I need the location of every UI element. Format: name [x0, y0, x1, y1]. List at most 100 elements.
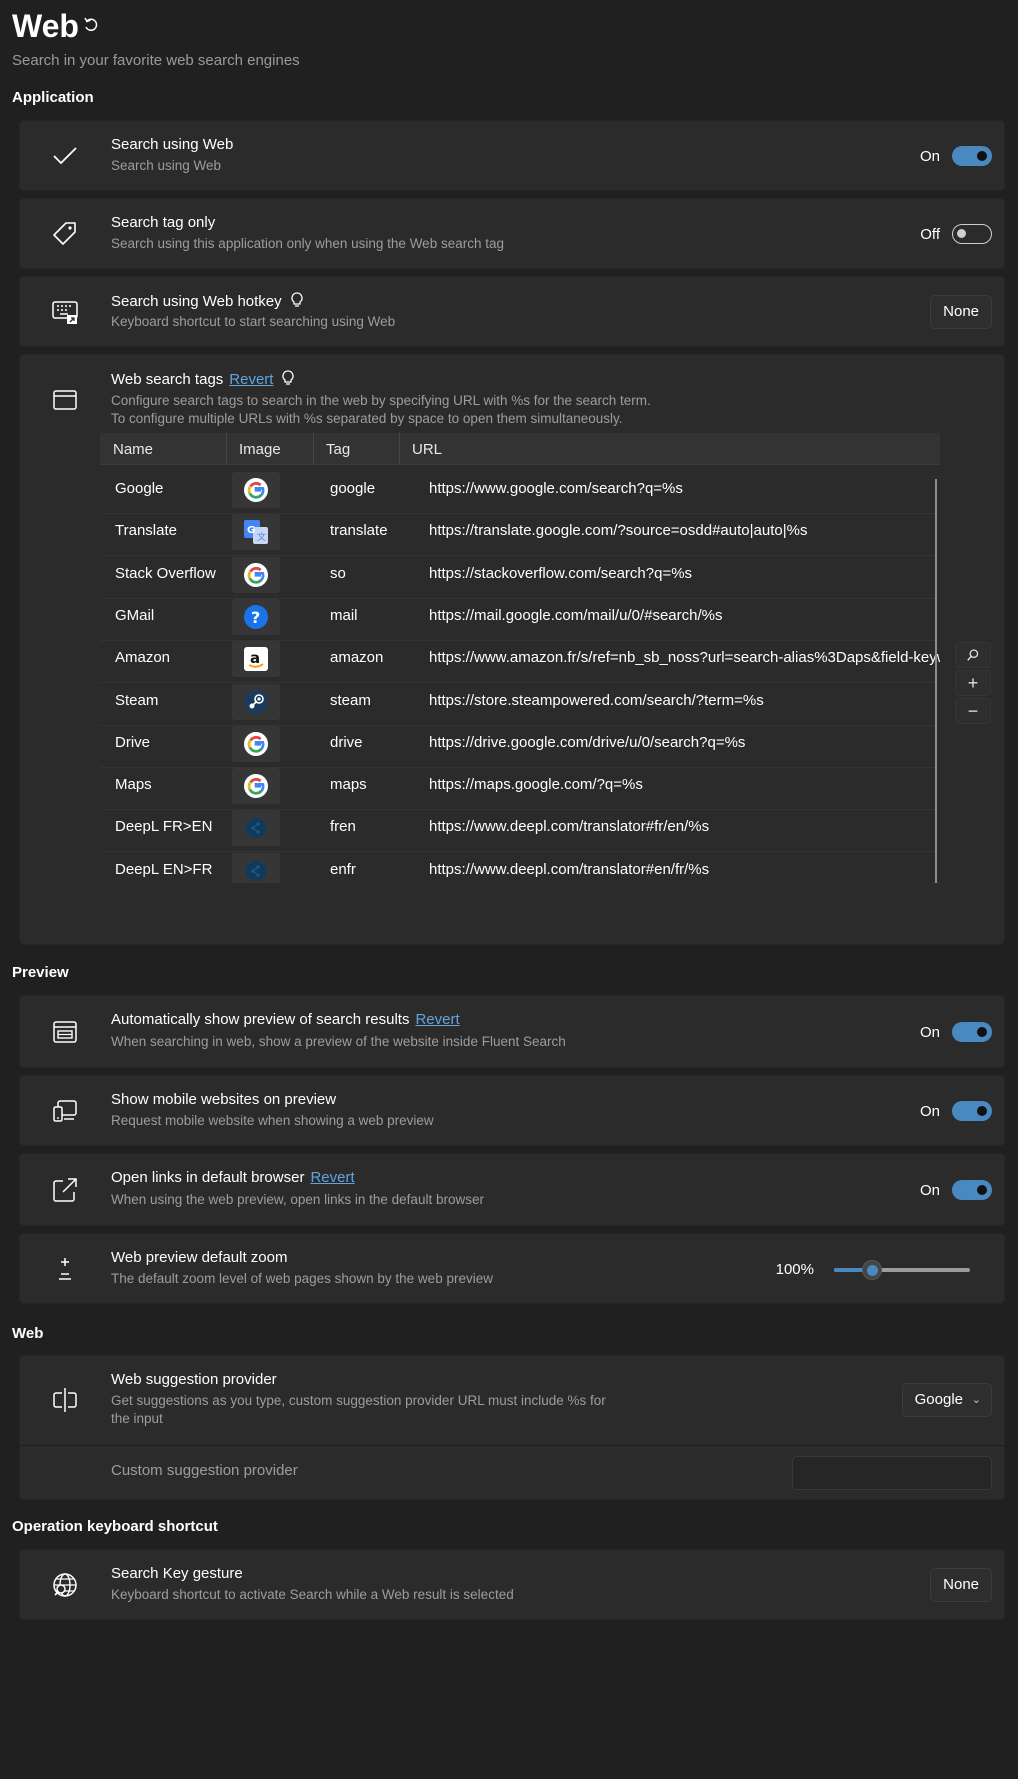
setting-title: Show mobile websites on preview: [111, 1091, 337, 1108]
search-using-web-toggle[interactable]: [952, 146, 992, 166]
table-row[interactable]: GMail? mail https://mail.google.com/mail/u…: [100, 593, 940, 641]
column-separator[interactable]: [313, 433, 314, 465]
devices-icon: [50, 1096, 80, 1126]
section-web: Web: [12, 1325, 44, 1342]
preview-icon: [50, 1017, 80, 1047]
cell-name: Google: [115, 480, 164, 497]
suggestion-provider-dropdown[interactable]: Google ⌄: [901, 1383, 992, 1417]
setting-title-row: Web search tags Revert: [111, 370, 295, 388]
table-row[interactable]: Steam steam https://store.steampowered.com…: [100, 678, 940, 726]
search-key-button[interactable]: None: [930, 1568, 992, 1602]
cell-url: https://stackoverflow.com/search?q=%s: [429, 564, 693, 582]
cell-image[interactable]: G文: [232, 514, 280, 551]
open-links-toggle[interactable]: [952, 1180, 992, 1200]
cell-tag: google: [330, 480, 376, 497]
cell-image[interactable]: [232, 683, 280, 720]
toggle-state-label: On: [919, 148, 940, 165]
column-separator[interactable]: [399, 433, 400, 465]
setting-desc: The default zoom level of web pages show…: [111, 1271, 493, 1286]
cell-tag: enfr: [330, 860, 356, 878]
cell-name: Drive: [115, 733, 151, 751]
cell-url: https://www.amazon.fr/s/ref=nb_sb_noss?u…: [429, 649, 940, 667]
cell-image[interactable]: [232, 810, 280, 847]
cell-image[interactable]: [232, 852, 280, 883]
custom-suggestion-input[interactable]: [792, 1456, 992, 1490]
revert-link[interactable]: Revert: [415, 1011, 459, 1028]
table-row[interactable]: Amazon a amazon https://www.amazon.fr/s/ref…: [100, 635, 940, 684]
cell-image[interactable]: [232, 725, 280, 762]
google-translate-icon: G文: [244, 520, 268, 545]
svg-text:G: G: [247, 525, 255, 536]
cell-url: https://www.deepl.com/translator#fr/en/%…: [429, 818, 710, 836]
google-icon: [244, 478, 268, 502]
cell-image[interactable]: ?: [232, 598, 280, 635]
cell-tag: amazon: [330, 649, 384, 667]
setting-desc: Keyboard shortcut to start searching usi…: [111, 314, 396, 329]
reset-icon[interactable]: [82, 16, 100, 34]
hotkey-button[interactable]: None: [930, 295, 992, 329]
keyboard-icon: [50, 297, 80, 327]
cell-url: https://www.google.com/search?q=%s: [429, 480, 683, 497]
table-row[interactable]: DeepL EN>FR enfr https://www.deepl.com/tra…: [100, 847, 940, 883]
section-application: Application: [12, 89, 94, 106]
table-scrollbar[interactable]: [935, 479, 937, 883]
cell-image[interactable]: [232, 768, 280, 805]
search-tags-search-button[interactable]: [955, 642, 991, 668]
column-separator[interactable]: [226, 433, 227, 465]
table-row[interactable]: DeepL FR>EN fren https://www.deepl.com/tra…: [100, 804, 940, 853]
zoom-slider-track[interactable]: [834, 1260, 970, 1280]
custom-suggestion-label: Custom suggestion provider: [111, 1462, 298, 1479]
table-row[interactable]: Maps maps https://maps.google.com/?q=%s: [100, 762, 940, 811]
zoom-slider-thumb[interactable]: [862, 1260, 883, 1280]
lightbulb-icon[interactable]: [281, 370, 295, 386]
question-icon: ?: [244, 604, 268, 629]
table-row[interactable]: Drive drive https://drive.google.com/drive…: [100, 720, 940, 768]
toggle-state-label: Off: [920, 226, 940, 243]
column-header-tag[interactable]: Tag: [326, 441, 350, 458]
mobile-preview-toggle[interactable]: [952, 1101, 992, 1121]
tag-icon: [50, 219, 80, 249]
cell-tag: drive: [330, 733, 363, 751]
table-row[interactable]: Google google https://www.google.com/searc…: [100, 466, 940, 514]
chevron-down-icon: ⌄: [971, 1394, 981, 1406]
cell-tag: mail: [330, 606, 358, 624]
column-header-name[interactable]: Name: [113, 441, 153, 458]
table-row[interactable]: Stack Overflow so https://stackoverflow.co…: [100, 551, 940, 599]
page-subtitle: Search in your favorite web search engin…: [12, 52, 300, 69]
remove-tag-button[interactable]: −: [955, 698, 991, 724]
cell-name: Translate: [115, 522, 177, 540]
setting-search-tag-only: Search tag only Search using this applic…: [19, 198, 1005, 269]
cell-name: DeepL FR>EN: [115, 818, 213, 836]
revert-link[interactable]: Revert: [310, 1169, 354, 1186]
cell-name: GMail: [115, 606, 155, 624]
deepl-icon: [244, 816, 268, 840]
setting-mobile-preview: Show mobile websites on preview Request …: [19, 1075, 1005, 1146]
google-icon: [244, 731, 268, 756]
cell-image[interactable]: a: [232, 641, 280, 678]
cell-image[interactable]: [232, 556, 280, 593]
table-row[interactable]: Translate G 文 translate https://translate.go…: [100, 508, 940, 557]
setting-title-row: Search using Web hotkey: [111, 292, 304, 310]
setting-title: Search using Web hotkey: [111, 293, 282, 310]
setting-title: Web search tags: [111, 371, 224, 388]
cell-image[interactable]: [232, 472, 280, 508]
cell-url: https://drive.google.com/drive/u/0/searc…: [429, 733, 746, 751]
svg-text:?: ?: [251, 608, 260, 627]
lightbulb-icon[interactable]: [290, 292, 304, 308]
cell-name: Amazon: [115, 649, 171, 667]
setting-desc: Search using Web: [111, 158, 222, 173]
setting-hotkey: Search using Web hotkey Keyboard shortcu…: [19, 276, 1005, 347]
setting-title: Search Key gesture: [111, 1565, 243, 1582]
setting-zoom: Web preview default zoom The default zoo…: [19, 1233, 1005, 1304]
setting-open-links: Open links in default browser Revert When…: [19, 1153, 1005, 1226]
revert-link[interactable]: Revert: [229, 371, 273, 388]
setting-title: Search tag only: [111, 214, 216, 231]
setting-search-using-web: Search using Web Search using Web On: [19, 120, 1005, 191]
add-tag-button[interactable]: +: [955, 670, 991, 696]
column-header-image[interactable]: Image: [239, 441, 281, 458]
svg-text:文: 文: [257, 531, 266, 543]
column-header-url[interactable]: URL: [412, 441, 442, 458]
setting-search-key-gesture: Search Key gesture Keyboard shortcut to …: [19, 1549, 1005, 1620]
search-tag-only-toggle[interactable]: [952, 224, 992, 244]
auto-preview-toggle[interactable]: [952, 1022, 992, 1042]
